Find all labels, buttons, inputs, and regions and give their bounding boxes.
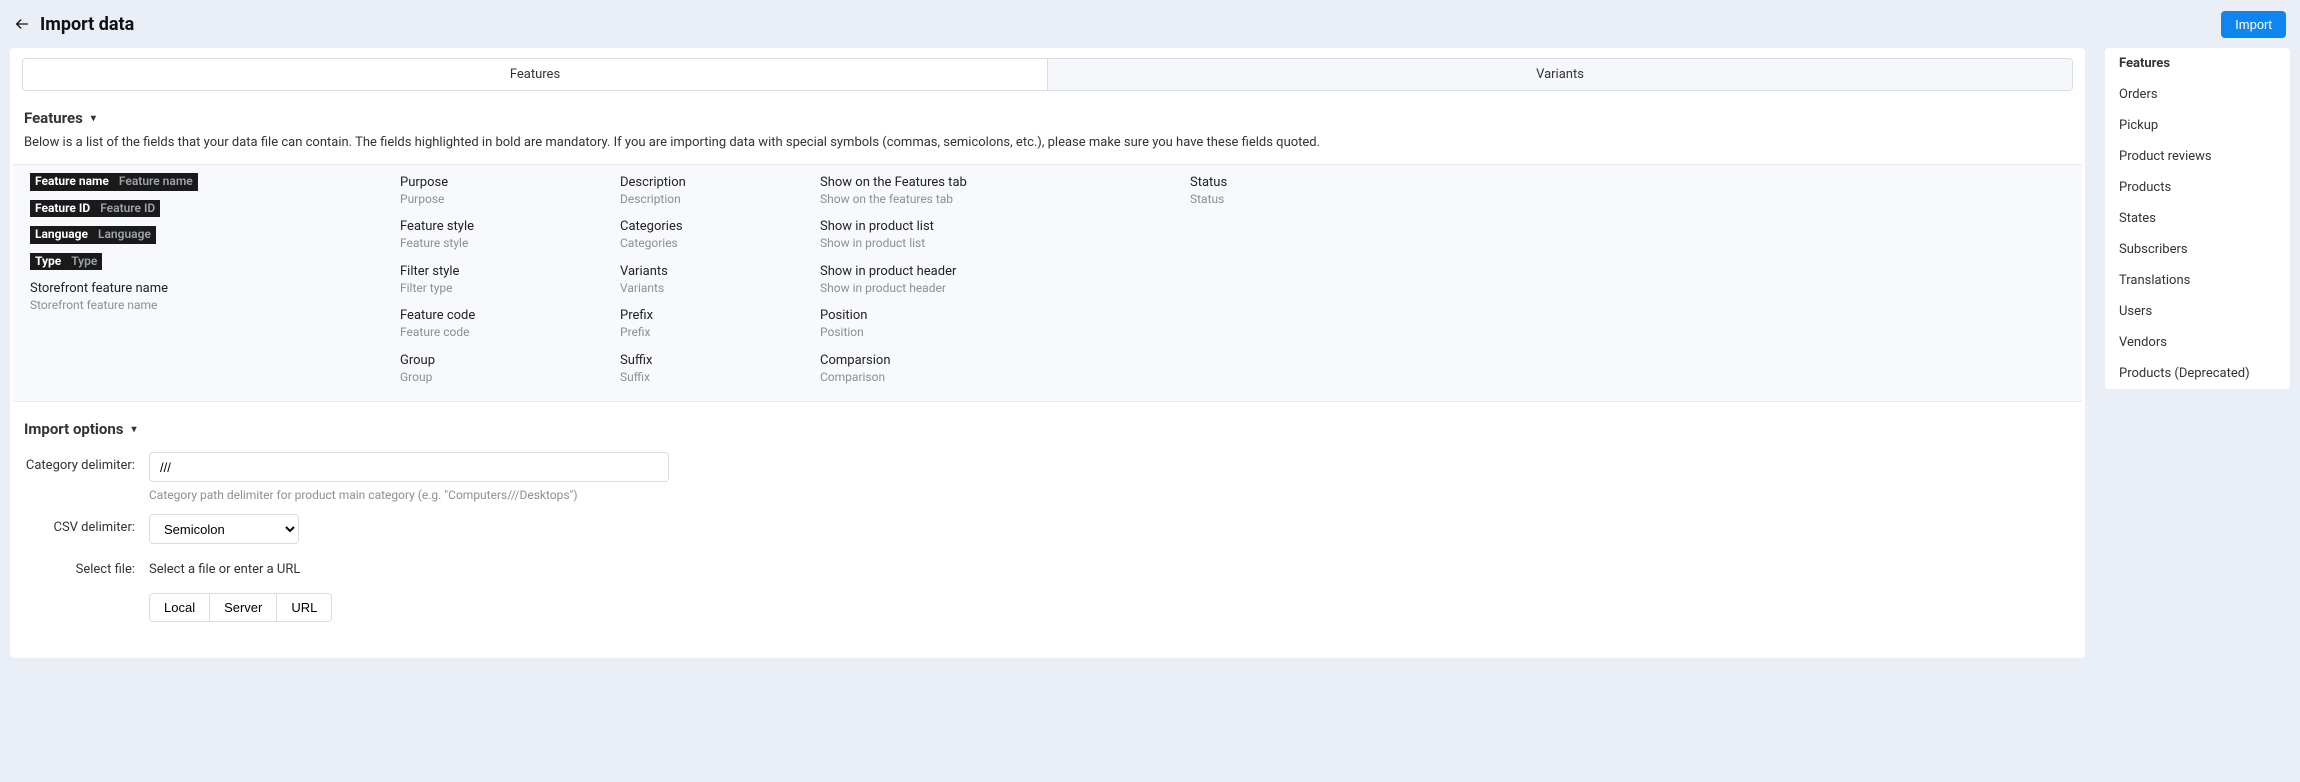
select-file-text: Select a file or enter a URL [149, 556, 2071, 577]
field-item: DescriptionDescription [606, 169, 806, 213]
sidebar-item[interactable]: Orders [2105, 79, 2290, 110]
category-delimiter-label: Category delimiter: [24, 452, 149, 473]
sidebar-item[interactable]: Vendors [2105, 327, 2290, 358]
field-item: Storefront feature nameStorefront featur… [16, 275, 386, 319]
chevron-down-icon: ▾ [131, 424, 136, 435]
features-help-text: Below is a list of the fields that your … [10, 135, 2085, 164]
field-item: CategoriesCategories [606, 213, 806, 257]
import-options-title: Import options [24, 420, 123, 438]
field-item: GroupGroup [386, 347, 606, 391]
import-button[interactable]: Import [2221, 11, 2286, 38]
field-item: Show in product listShow in product list [806, 213, 1176, 257]
fields-col-3: DescriptionDescriptionCategoriesCategori… [606, 169, 806, 391]
field-item: Feature IDFeature ID [16, 196, 386, 223]
file-local-button[interactable]: Local [150, 594, 209, 621]
field-item: Feature nameFeature name [16, 169, 386, 196]
field-item: Filter styleFilter type [386, 258, 606, 302]
features-section-toggle[interactable]: Features ▾ [10, 91, 2085, 135]
field-item: StatusStatus [1176, 169, 2079, 213]
sidebar-item[interactable]: States [2105, 203, 2290, 234]
category-delimiter-input[interactable] [149, 452, 669, 482]
sidebar-item[interactable]: Pickup [2105, 110, 2290, 141]
sidebar-item[interactable]: Products (Deprecated) [2105, 358, 2290, 389]
field-item: TypeType [16, 249, 386, 276]
chevron-down-icon: ▾ [91, 113, 96, 124]
field-item: Show in product headerShow in product he… [806, 258, 1176, 302]
fields-col-2: PurposePurposeFeature styleFeature style… [386, 169, 606, 391]
sidebar-item[interactable]: Product reviews [2105, 141, 2290, 172]
field-item: VariantsVariants [606, 258, 806, 302]
file-server-button[interactable]: Server [209, 594, 276, 621]
back-icon[interactable] [14, 16, 30, 32]
field-item: PositionPosition [806, 302, 1176, 346]
import-tabs: Features Variants [22, 58, 2073, 91]
sidebar-item[interactable]: Users [2105, 296, 2290, 327]
field-item: LanguageLanguage [16, 222, 386, 249]
csv-delimiter-select[interactable]: Semicolon [149, 514, 299, 544]
field-item: PurposePurpose [386, 169, 606, 213]
page-title: Import data [40, 14, 134, 35]
category-delimiter-hint: Category path delimiter for product main… [149, 488, 2071, 502]
header: Import data Import [10, 0, 2290, 48]
file-url-button[interactable]: URL [276, 594, 331, 621]
field-item: Feature styleFeature style [386, 213, 606, 257]
select-file-label: Select file: [24, 556, 149, 577]
field-item: PrefixPrefix [606, 302, 806, 346]
sidebar-item[interactable]: Translations [2105, 265, 2290, 296]
sidebar-item[interactable]: Products [2105, 172, 2290, 203]
field-item: SuffixSuffix [606, 347, 806, 391]
field-item: Show on the Features tabShow on the feat… [806, 169, 1176, 213]
sidebar-item[interactable]: Subscribers [2105, 234, 2290, 265]
csv-delimiter-label: CSV delimiter: [24, 514, 149, 535]
tab-features[interactable]: Features [23, 59, 1047, 90]
fields-col-1: Feature nameFeature nameFeature IDFeatur… [16, 169, 386, 391]
field-item: ComparsionComparison [806, 347, 1176, 391]
fields-col-5: StatusStatus [1176, 169, 2079, 391]
field-item: Feature codeFeature code [386, 302, 606, 346]
main-panel: Features Variants Features ▾ Below is a … [10, 48, 2085, 658]
tab-variants[interactable]: Variants [1047, 59, 2072, 90]
file-source-buttons: Local Server URL [149, 593, 332, 622]
features-section-title: Features [24, 109, 83, 127]
fields-grid: Feature nameFeature nameFeature IDFeatur… [13, 164, 2082, 402]
import-options-toggle[interactable]: Import options ▾ [10, 402, 2085, 446]
fields-col-4: Show on the Features tabShow on the feat… [806, 169, 1176, 391]
sidebar-item[interactable]: Features [2105, 48, 2290, 79]
import-type-sidebar: FeaturesOrdersPickupProduct reviewsProdu… [2105, 48, 2290, 389]
